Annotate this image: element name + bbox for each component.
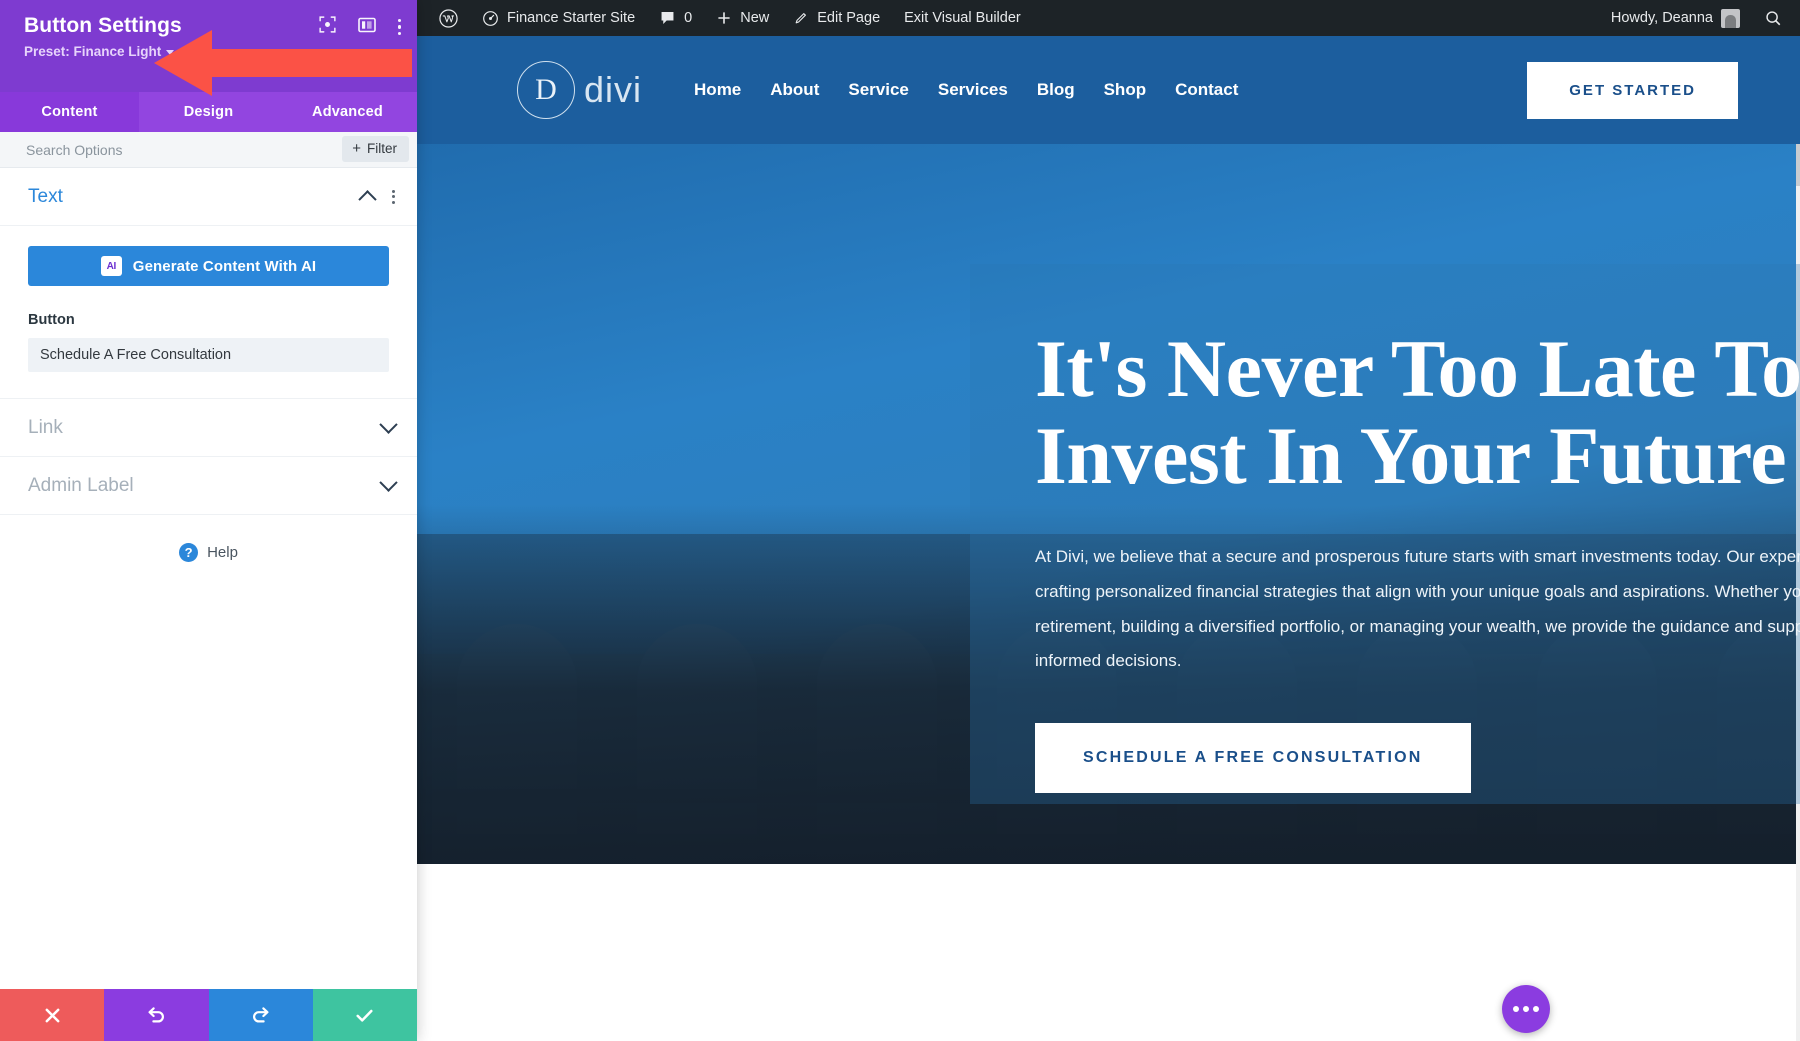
section-title-link: Link bbox=[28, 416, 63, 438]
pencil-icon bbox=[795, 13, 807, 24]
tab-advanced[interactable]: Advanced bbox=[278, 92, 417, 132]
filter-button[interactable]: + Filter bbox=[342, 136, 409, 162]
nav-item-contact[interactable]: Contact bbox=[1175, 80, 1238, 100]
new-label: New bbox=[740, 10, 770, 26]
section-header-admin-label[interactable]: Admin Label bbox=[0, 457, 417, 515]
hero-heading-line-1: It's Never Too Late To bbox=[1035, 323, 1800, 414]
howdy-label: Howdy, Deanna bbox=[1610, 10, 1713, 26]
plus-icon bbox=[718, 12, 730, 24]
exit-visual-builder-button[interactable]: Exit Visual Builder bbox=[892, 0, 1033, 36]
nav-item-home[interactable]: Home bbox=[694, 80, 741, 100]
page-preview: Finance Starter Site 0 New Edit Page Exi… bbox=[417, 0, 1800, 1041]
hero-paragraph: At Divi, we believe that a secure and pr… bbox=[1035, 546, 1800, 671]
button-settings-panel: Button Settings Preset: Finance Light Co… bbox=[0, 0, 417, 1041]
edit-page-button[interactable]: Edit Page bbox=[781, 0, 892, 36]
checkmark-icon bbox=[356, 1009, 373, 1022]
section-body-text: AI Generate Content With AI Button Sched… bbox=[0, 226, 417, 399]
hero-cta-button[interactable]: SCHEDULE A FREE CONSULTATION bbox=[1035, 723, 1471, 794]
search-options-row: + Filter bbox=[0, 132, 417, 168]
nav-item-services[interactable]: Services bbox=[938, 80, 1008, 100]
chevron-down-icon bbox=[166, 49, 175, 55]
save-changes-button[interactable] bbox=[312, 989, 417, 1041]
exit-visual-builder-label: Exit Visual Builder bbox=[904, 10, 1021, 26]
filter-label: Filter bbox=[367, 141, 397, 156]
section-header-link[interactable]: Link bbox=[0, 399, 417, 457]
hero-content: It's Never Too Late To Invest In Your Fu… bbox=[1035, 323, 1800, 794]
nav-item-service[interactable]: Service bbox=[848, 80, 909, 100]
hero-section: D divi Home About Service Services Blog … bbox=[417, 36, 1800, 864]
avatar bbox=[1721, 8, 1740, 28]
redo-icon bbox=[252, 1007, 269, 1023]
wordpress-icon bbox=[439, 8, 458, 28]
redo-button[interactable] bbox=[208, 989, 313, 1041]
generate-content-with-ai-button[interactable]: AI Generate Content With AI bbox=[28, 246, 389, 286]
panel-header-icons bbox=[319, 16, 401, 38]
comments-button[interactable]: 0 bbox=[647, 0, 704, 36]
nav-item-about[interactable]: About bbox=[770, 80, 819, 100]
page-body-below-hero bbox=[417, 864, 1800, 1041]
divi-builder-fab-button[interactable] bbox=[1502, 985, 1550, 1033]
edit-page-label: Edit Page bbox=[817, 10, 881, 26]
comment-count: 0 bbox=[684, 10, 693, 26]
chevron-down-icon[interactable] bbox=[379, 473, 398, 492]
chevron-down-icon[interactable] bbox=[379, 415, 398, 434]
panel-header: Button Settings Preset: Finance Light bbox=[0, 0, 417, 92]
divi-logo-word: divi bbox=[584, 69, 643, 110]
chevron-up-icon[interactable] bbox=[358, 190, 377, 209]
divi-logo[interactable]: D divi bbox=[517, 61, 642, 119]
plus-icon: + bbox=[352, 140, 361, 157]
help-question-icon: ? bbox=[179, 543, 199, 562]
nav-item-shop[interactable]: Shop bbox=[1104, 80, 1147, 100]
new-content-button[interactable]: New bbox=[704, 0, 781, 36]
get-started-button[interactable]: GET STARTED bbox=[1527, 61, 1738, 119]
layout-columns-icon[interactable] bbox=[357, 17, 376, 38]
preset-selector[interactable]: Preset: Finance Light bbox=[24, 43, 175, 59]
divi-logo-mark: D bbox=[517, 61, 575, 119]
undo-icon bbox=[148, 1007, 165, 1023]
section-header-text[interactable]: Text bbox=[0, 168, 417, 226]
admin-search-button[interactable] bbox=[1752, 0, 1794, 36]
panel-action-bar bbox=[0, 989, 417, 1041]
generate-ai-label: Generate Content With AI bbox=[132, 257, 317, 275]
search-input[interactable] bbox=[26, 141, 276, 158]
nav-item-blog[interactable]: Blog bbox=[1037, 80, 1075, 100]
wp-admin-bar: Finance Starter Site 0 New Edit Page Exi… bbox=[417, 0, 1800, 36]
site-name-button[interactable]: Finance Starter Site bbox=[470, 0, 647, 36]
primary-menu: Home About Service Services Blog Shop Co… bbox=[694, 80, 1238, 100]
preset-label: Preset: Finance Light bbox=[24, 43, 162, 59]
panel-body: Text AI Generate Content With AI Button … bbox=[0, 168, 417, 989]
section-tools-admin-label bbox=[379, 473, 398, 492]
section-kebab-icon[interactable] bbox=[392, 189, 395, 204]
wp-logo-button[interactable] bbox=[427, 0, 470, 36]
dashboard-icon bbox=[483, 10, 498, 26]
undo-button[interactable] bbox=[104, 989, 209, 1041]
admin-bar-right: Howdy, Deanna bbox=[1599, 0, 1794, 36]
section-title-admin-label: Admin Label bbox=[28, 474, 134, 496]
site-name-label: Finance Starter Site bbox=[507, 10, 636, 26]
site-navigation: D divi Home About Service Services Blog … bbox=[417, 36, 1800, 144]
kebab-menu-icon[interactable] bbox=[397, 18, 401, 36]
howdy-account-menu[interactable]: Howdy, Deanna bbox=[1599, 0, 1752, 36]
screen-root: Finance Starter Site 0 New Edit Page Exi… bbox=[0, 0, 1800, 1041]
panel-tabs: Content Design Advanced bbox=[0, 92, 417, 132]
search-icon bbox=[1766, 11, 1781, 26]
section-tools-text bbox=[358, 189, 395, 209]
focus-target-icon[interactable] bbox=[319, 16, 336, 38]
ai-badge-icon: AI bbox=[100, 256, 122, 276]
discard-changes-button[interactable] bbox=[0, 989, 105, 1041]
tab-design[interactable]: Design bbox=[139, 92, 278, 132]
help-button[interactable]: ? Help bbox=[0, 515, 417, 562]
help-label: Help bbox=[207, 544, 238, 561]
button-text-input[interactable]: Schedule A Free Consultation bbox=[28, 338, 389, 372]
section-tools-link bbox=[379, 415, 398, 434]
button-field-label: Button bbox=[28, 312, 75, 328]
close-icon bbox=[45, 1008, 60, 1022]
hero-heading: It's Never Too Late To Invest In Your Fu… bbox=[1035, 323, 1800, 501]
section-title-text: Text bbox=[28, 185, 63, 207]
tab-content[interactable]: Content bbox=[0, 92, 139, 132]
hero-heading-line-2: Invest In Your Future bbox=[1035, 409, 1787, 501]
comment-bubble-icon bbox=[661, 12, 674, 24]
